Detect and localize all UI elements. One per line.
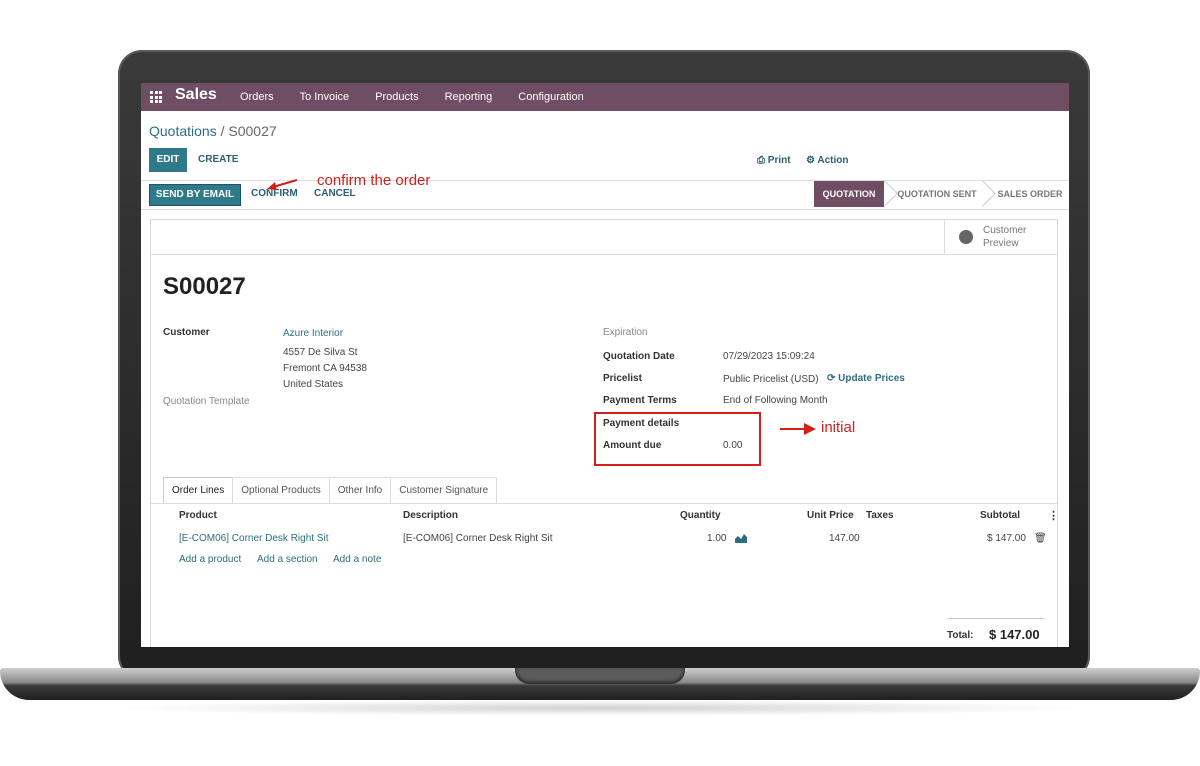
print-icon: ⎙ (757, 155, 765, 166)
globe-icon (959, 230, 973, 244)
customer-preview-button[interactable]: Customer Preview (944, 220, 1057, 254)
tab-order-lines[interactable]: Order Lines (163, 477, 234, 503)
form-sheet: Customer Preview S00027 Customer Azure I… (150, 219, 1059, 647)
col-header-taxes[interactable]: Taxes (866, 510, 894, 521)
col-header-product[interactable]: Product (179, 510, 217, 521)
breadcrumb-quotations[interactable]: Quotations (149, 123, 217, 139)
col-header-subtotal[interactable]: Subtotal (980, 510, 1020, 521)
app-screen: Sales Orders To Invoice Products Reporti… (141, 83, 1069, 647)
tab-other-info[interactable]: Other Info (328, 477, 392, 503)
menu-reporting[interactable]: Reporting (445, 83, 506, 111)
customer-address: 4557 De Silva St Fremont CA 94538 United… (283, 345, 367, 393)
expiration-label: Expiration (603, 327, 648, 338)
line-description[interactable]: [E-COM06] Corner Desk Right Sit (403, 533, 553, 544)
total-value: $ 147.00 (989, 627, 1040, 642)
forecast-graph-icon[interactable] (735, 533, 747, 543)
quotation-template-label: Quotation Template (163, 396, 250, 407)
main-menu: Orders To Invoice Products Reporting Con… (240, 83, 610, 111)
print-button[interactable]: ⎙ Print (757, 155, 791, 166)
customer-label: Customer (163, 327, 210, 338)
menu-products[interactable]: Products (375, 83, 431, 111)
laptop-notch (515, 668, 685, 684)
breadcrumb: Quotations / S00027 (149, 123, 277, 139)
customer-preview-label: Customer Preview (983, 225, 1027, 249)
line-subtotal: $ 147.00 (987, 533, 1026, 544)
col-header-description[interactable]: Description (403, 510, 458, 521)
cancel-button[interactable]: CANCEL (314, 188, 356, 199)
create-button[interactable]: CREATE (198, 148, 238, 172)
pricelist-label: Pricelist (603, 373, 642, 384)
action-label: Action (817, 155, 849, 166)
tab-customer-signature[interactable]: Customer Signature (390, 477, 498, 503)
payment-terms-label: Payment Terms (603, 395, 677, 406)
add-section-link[interactable]: Add a section (257, 554, 318, 565)
annotation-arrow-icon (267, 179, 298, 190)
breadcrumb-separator: / (220, 123, 225, 139)
gear-icon: ⚙ (806, 155, 815, 166)
pricelist-value[interactable]: Public Pricelist (USD) (723, 374, 819, 385)
tabs-divider (151, 503, 1057, 504)
line-product[interactable]: [E-COM06] Corner Desk Right Sit (179, 533, 329, 544)
payment-terms-value[interactable]: End of Following Month (723, 395, 828, 406)
add-note-link[interactable]: Add a note (333, 554, 381, 565)
col-header-unit-price[interactable]: Unit Price (807, 510, 854, 521)
trash-icon[interactable]: 🗑 (1034, 533, 1047, 544)
notebook-tabs: Order Lines Optional Products Other Info… (163, 477, 498, 503)
annotation-highlight-box (594, 412, 761, 466)
quotation-date-value[interactable]: 07/29/2023 15:09:24 (723, 351, 815, 362)
menu-configuration[interactable]: Configuration (518, 83, 596, 111)
add-product-link[interactable]: Add a product (179, 554, 241, 565)
stage-sales-order[interactable]: SALES ORDER (991, 181, 1069, 207)
send-by-email-button[interactable]: SEND BY EMAIL (149, 184, 241, 206)
tab-optional-products[interactable]: Optional Products (232, 477, 330, 503)
refresh-icon: ⟳ (827, 373, 836, 384)
update-prices-label: Update Prices (838, 373, 905, 384)
update-prices-button[interactable]: ⟳ Update Prices (827, 373, 905, 384)
edit-button[interactable]: EDIT (149, 148, 187, 172)
address-line: Fremont CA 94538 (283, 363, 367, 374)
annotation-arrow-icon (780, 423, 816, 435)
breadcrumb-current: S00027 (228, 123, 277, 139)
customer-link[interactable]: Azure Interior (283, 328, 343, 339)
apps-grid-icon[interactable] (150, 91, 162, 103)
annotation-initial-note: initial (821, 419, 856, 436)
address-line: 4557 De Silva St (283, 347, 358, 358)
column-options-icon[interactable]: ⋮ (1048, 509, 1059, 522)
total-label: Total: (947, 630, 974, 641)
print-label: Print (767, 155, 791, 166)
menu-to-invoice[interactable]: To Invoice (300, 83, 363, 111)
col-header-quantity[interactable]: Quantity (680, 510, 721, 521)
quotation-date-label: Quotation Date (603, 351, 675, 362)
line-quantity[interactable]: 1.00 (707, 533, 726, 544)
app-title[interactable]: Sales (175, 86, 217, 104)
total-divider (947, 618, 1045, 619)
laptop-shadow (110, 700, 1090, 716)
sheet-button-box: Customer Preview (151, 220, 1057, 255)
top-navbar: Sales Orders To Invoice Products Reporti… (141, 83, 1069, 111)
address-line: United States (283, 379, 344, 390)
order-title: S00027 (163, 273, 246, 300)
annotation-confirm-note: confirm the order (317, 172, 431, 189)
menu-orders[interactable]: Orders (240, 83, 287, 111)
action-button[interactable]: ⚙ Action (806, 155, 849, 166)
line-unit-price[interactable]: 147.00 (829, 533, 860, 544)
